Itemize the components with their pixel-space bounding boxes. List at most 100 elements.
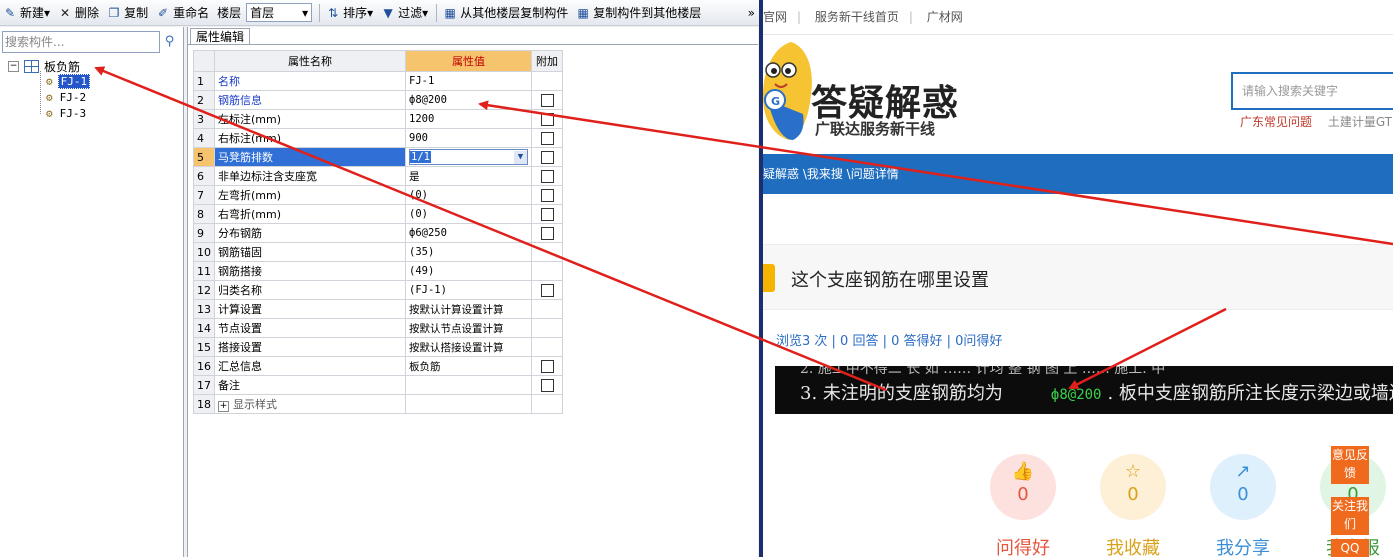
extra-checkbox[interactable] <box>540 150 554 164</box>
brand-subtitle: 广联达服务新干线 <box>815 120 936 138</box>
table-row[interactable]: 17 备注 <box>193 375 563 395</box>
tree-item-fj-2[interactable]: ⚙ FJ-2 <box>46 91 88 104</box>
property-value-cell[interactable]: 900 <box>405 128 532 148</box>
property-value-cell[interactable]: (FJ-1) <box>405 280 532 300</box>
property-name-cell: 名称 <box>214 71 406 91</box>
extra-cell <box>531 109 563 129</box>
table-row[interactable]: 14 节点设置 按默认节点设置计算 <box>193 318 563 338</box>
table-row[interactable]: 3 左标注(mm) 1200 <box>193 109 563 129</box>
table-row[interactable]: 8 右弯折(mm) (0) <box>193 204 563 224</box>
table-row[interactable]: 16 汇总信息 板负筋 <box>193 356 563 376</box>
follow-us-button[interactable]: 关注我们 <box>1331 497 1369 535</box>
rename-button[interactable]: ✐ 重命名 <box>153 2 212 23</box>
property-value-cell[interactable]: (0) <box>405 204 532 224</box>
extra-cell <box>531 185 563 205</box>
rebar-count-select[interactable]: 1/1 ▼ <box>409 149 528 165</box>
extra-checkbox[interactable] <box>540 131 554 145</box>
copy-to-floor-button[interactable]: ▦ 复制构件到其他楼层 <box>573 2 704 23</box>
property-name-cell: 计算设置 <box>214 299 406 319</box>
table-row[interactable]: 4 右标注(mm) 900 <box>193 128 563 148</box>
extra-checkbox[interactable] <box>540 93 554 107</box>
extra-cell <box>531 280 563 300</box>
property-value-cell[interactable] <box>405 394 532 414</box>
feedback-button[interactable]: 意见反馈 <box>1331 446 1369 484</box>
toolbar-overflow-button[interactable]: » <box>748 6 759 20</box>
nav-link-material[interactable]: 广材网 <box>927 10 963 24</box>
new-button[interactable]: ✎ 新建 ▾ <box>0 2 53 23</box>
property-value-cell[interactable]: 1/1 ▼ <box>405 147 532 167</box>
row-number: 18 <box>193 394 215 414</box>
extra-checkbox[interactable] <box>540 112 554 126</box>
qq-button[interactable]: QQ <box>1331 539 1369 557</box>
action-2-button[interactable]: ☆ 0 <box>1100 454 1166 520</box>
nav-link-service[interactable]: 服务新干线首页 <box>815 10 899 24</box>
nav-link-official[interactable]: 官网 <box>763 10 787 24</box>
table-row[interactable]: 15 搭接设置 按默认搭接设置计算 <box>193 337 563 357</box>
component-search-input[interactable]: 搜索构件... <box>2 31 160 53</box>
table-row[interactable]: 11 钢筋搭接 (49) <box>193 261 563 281</box>
property-value-cell[interactable]: FJ-1 <box>405 71 532 91</box>
property-value-cell[interactable]: (0) <box>405 185 532 205</box>
svg-text:G: G <box>771 95 780 108</box>
action-label[interactable]: 我分享 <box>1216 534 1270 557</box>
property-name-cell: 搭接设置 <box>214 337 406 357</box>
site-search-input[interactable]: 请输入搜索关键字 <box>1231 72 1393 110</box>
extra-cell <box>531 204 563 224</box>
table-row[interactable]: 2 钢筋信息 ф8@200 <box>193 90 563 110</box>
select-value: 1/1 <box>410 151 431 163</box>
extra-checkbox[interactable] <box>540 188 554 202</box>
property-value-cell[interactable]: 是 <box>405 166 532 186</box>
action-1-button[interactable]: 👍 0 <box>990 454 1056 520</box>
table-row[interactable]: 10 钢筋锚固 (35) <box>193 242 563 262</box>
action-label[interactable]: 问得好 <box>996 534 1050 557</box>
chevron-down-icon[interactable]: ▼ <box>514 150 527 164</box>
expand-icon[interactable]: + <box>218 401 229 412</box>
extra-checkbox[interactable] <box>540 226 554 240</box>
property-value-cell[interactable] <box>405 375 532 395</box>
property-value-cell[interactable]: (35) <box>405 242 532 262</box>
property-name-cell: 节点设置 <box>214 318 406 338</box>
tab-property-edit[interactable]: 属性编辑 <box>190 28 251 45</box>
property-value-cell[interactable]: 板负筋 <box>405 356 532 376</box>
extra-checkbox[interactable] <box>540 359 554 373</box>
tree-item-fj-1[interactable]: ⚙ FJ-1 <box>46 74 91 89</box>
property-value-cell[interactable]: 按默认搭接设置计算 <box>405 337 532 357</box>
table-row[interactable]: 9 分布钢筋 ф6@250 <box>193 223 563 243</box>
copy-from-floor-button[interactable]: ▦ 从其他楼层复制构件 <box>440 2 571 23</box>
gtj-application: ✎ 新建 ▾ ✕ 删除 ❐ 复制 ✐ 重命名 楼层 首层 ▾ ⇅ 排序 ▾ ▼ 过滤 ▾ ▦ 从其他楼… <box>0 0 759 557</box>
extra-cell <box>531 71 563 91</box>
action-3-button[interactable]: ↗ 0 <box>1210 454 1276 520</box>
property-value-cell[interactable]: 1200 <box>405 109 532 129</box>
extra-checkbox[interactable] <box>540 283 554 297</box>
extra-checkbox[interactable] <box>540 378 554 392</box>
table-row[interactable]: 7 左弯折(mm) (0) <box>193 185 563 205</box>
table-row[interactable]: 1 名称 FJ-1 <box>193 71 563 91</box>
property-value-cell[interactable]: ф8@200 <box>405 90 532 110</box>
floor-select[interactable]: 首层 ▾ <box>246 3 313 22</box>
row-number: 4 <box>193 128 215 148</box>
hot-link-guangdong[interactable]: 广东常见问题 <box>1240 115 1312 129</box>
filter-button[interactable]: ▼ 过滤 ▾ <box>378 2 431 23</box>
tree-item-fj-3[interactable]: ⚙ FJ-3 <box>46 107 88 120</box>
copy-button[interactable]: ❐ 复制 <box>104 2 151 23</box>
collapse-icon[interactable]: − <box>8 61 19 72</box>
search-icon[interactable]: ⚲ <box>161 33 178 50</box>
table-row[interactable]: 12 归类名称 (FJ-1) <box>193 280 563 300</box>
property-table: 属性名称 属性值 附加 1 名称 FJ-1 2 钢筋信息 ф8@200 3 左标注(mm) 12… <box>193 50 563 414</box>
extra-checkbox[interactable] <box>540 169 554 183</box>
property-value-cell[interactable]: 按默认计算设置计算 <box>405 299 532 319</box>
property-value-cell[interactable]: 按默认节点设置计算 <box>405 318 532 338</box>
action-icon: ☆ <box>1124 461 1142 482</box>
extra-checkbox[interactable] <box>540 207 554 221</box>
action-label[interactable]: 我收藏 <box>1106 534 1160 557</box>
property-value-cell[interactable]: (49) <box>405 261 532 281</box>
table-row[interactable]: 13 计算设置 按默认计算设置计算 <box>193 299 563 319</box>
property-value-cell[interactable]: ф6@250 <box>405 223 532 243</box>
table-row[interactable]: 18 + 显示样式 <box>193 394 563 414</box>
breadcrumb-text[interactable]: 疑解惑 \我来搜 \问题详情 <box>763 167 899 181</box>
delete-button[interactable]: ✕ 删除 <box>55 2 102 23</box>
hot-link-gtj[interactable]: 土建计量GT <box>1328 115 1392 129</box>
table-row[interactable]: 6 非单边标注含支座宽是 <box>193 166 563 186</box>
table-row[interactable]: 5 马凳筋排数 1/1 ▼ <box>193 147 563 167</box>
sort-button[interactable]: ⇅ 排序 ▾ <box>323 2 376 23</box>
